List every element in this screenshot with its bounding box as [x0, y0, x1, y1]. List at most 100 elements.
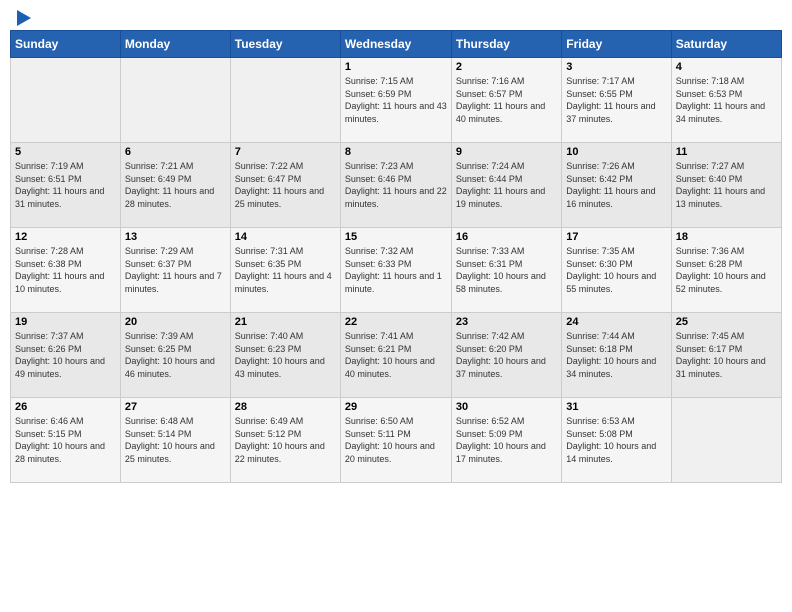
day-number: 3 — [566, 61, 666, 73]
calendar-week-row: 26Sunrise: 6:46 AMSunset: 5:15 PMDayligh… — [11, 398, 782, 483]
day-info: Sunrise: 7:40 AMSunset: 6:23 PMDaylight:… — [235, 330, 336, 380]
calendar-cell: 4 Sunrise: 7:18 AMSunset: 6:53 PMDaylight… — [671, 58, 781, 143]
weekday-header: Monday — [120, 31, 230, 58]
day-number: 23 — [456, 316, 557, 328]
day-info: Sunrise: 7:42 AMSunset: 6:20 PMDaylight:… — [456, 330, 557, 380]
day-info: Sunrise: 7:31 AMSunset: 6:35 PMDaylight:… — [235, 245, 336, 295]
day-info: Sunrise: 6:52 AMSunset: 5:09 PMDaylight:… — [456, 415, 557, 465]
day-info: Sunrise: 7:39 AMSunset: 6:25 PMDaylight:… — [125, 330, 226, 380]
day-info: Sunrise: 7:37 AMSunset: 6:26 PMDaylight:… — [15, 330, 116, 380]
day-number: 21 — [235, 316, 336, 328]
day-number: 19 — [15, 316, 116, 328]
day-info: Sunrise: 7:24 AMSunset: 6:44 PMDaylight:… — [456, 160, 557, 210]
calendar-week-row: 1 Sunrise: 7:15 AMSunset: 6:59 PMDaylight… — [11, 58, 782, 143]
calendar-cell: 20 Sunrise: 7:39 AMSunset: 6:25 PMDayligh… — [120, 313, 230, 398]
calendar-cell: 27 Sunrise: 6:48 AMSunset: 5:14 PMDayligh… — [120, 398, 230, 483]
day-number: 30 — [456, 401, 557, 413]
calendar-cell: 12 Sunrise: 7:28 AMSunset: 6:38 PMDayligh… — [11, 228, 121, 313]
calendar-cell: 23 Sunrise: 7:42 AMSunset: 6:20 PMDayligh… — [451, 313, 561, 398]
calendar-cell: 29 Sunrise: 6:50 AMSunset: 5:11 PMDayligh… — [340, 398, 451, 483]
day-number: 8 — [345, 146, 447, 158]
day-info: Sunrise: 7:33 AMSunset: 6:31 PMDaylight:… — [456, 245, 557, 295]
day-number: 5 — [15, 146, 116, 158]
day-info: Sunrise: 7:44 AMSunset: 6:18 PMDaylight:… — [566, 330, 666, 380]
calendar-cell: 1 Sunrise: 7:15 AMSunset: 6:59 PMDaylight… — [340, 58, 451, 143]
day-info: Sunrise: 7:29 AMSunset: 6:37 PMDaylight:… — [125, 245, 226, 295]
day-number: 14 — [235, 231, 336, 243]
day-info: Sunrise: 7:16 AMSunset: 6:57 PMDaylight:… — [456, 75, 557, 125]
calendar-cell: 25 Sunrise: 7:45 AMSunset: 6:17 PMDayligh… — [671, 313, 781, 398]
day-info: Sunrise: 7:36 AMSunset: 6:28 PMDaylight:… — [676, 245, 777, 295]
calendar-cell — [11, 58, 121, 143]
weekday-header: Saturday — [671, 31, 781, 58]
calendar-cell — [671, 398, 781, 483]
calendar-cell: 18 Sunrise: 7:36 AMSunset: 6:28 PMDayligh… — [671, 228, 781, 313]
day-info: Sunrise: 7:15 AMSunset: 6:59 PMDaylight:… — [345, 75, 447, 125]
calendar-week-row: 12 Sunrise: 7:28 AMSunset: 6:38 PMDayligh… — [11, 228, 782, 313]
day-info: Sunrise: 7:23 AMSunset: 6:46 PMDaylight:… — [345, 160, 447, 210]
calendar-cell: 30 Sunrise: 6:52 AMSunset: 5:09 PMDayligh… — [451, 398, 561, 483]
day-number: 9 — [456, 146, 557, 158]
weekday-header: Sunday — [11, 31, 121, 58]
calendar-cell: 2Sunrise: 7:16 AMSunset: 6:57 PMDaylight… — [451, 58, 561, 143]
day-info: Sunrise: 7:18 AMSunset: 6:53 PMDaylight:… — [676, 75, 777, 125]
day-info: Sunrise: 7:17 AMSunset: 6:55 PMDaylight:… — [566, 75, 666, 125]
logo-triangle-icon — [17, 10, 31, 26]
day-number: 13 — [125, 231, 226, 243]
day-number: 6 — [125, 146, 226, 158]
day-number: 1 — [345, 61, 447, 73]
calendar-week-row: 19 Sunrise: 7:37 AMSunset: 6:26 PMDayligh… — [11, 313, 782, 398]
day-info: Sunrise: 7:26 AMSunset: 6:42 PMDaylight:… — [566, 160, 666, 210]
calendar-cell: 13 Sunrise: 7:29 AMSunset: 6:37 PMDayligh… — [120, 228, 230, 313]
weekday-header: Tuesday — [230, 31, 340, 58]
calendar-table: SundayMondayTuesdayWednesdayThursdayFrid… — [10, 30, 782, 483]
day-number: 27 — [125, 401, 226, 413]
day-info: Sunrise: 6:53 AMSunset: 5:08 PMDaylight:… — [566, 415, 666, 465]
calendar-cell: 9 Sunrise: 7:24 AMSunset: 6:44 PMDaylight… — [451, 143, 561, 228]
calendar-cell: 11 Sunrise: 7:27 AMSunset: 6:40 PMDayligh… — [671, 143, 781, 228]
day-info: Sunrise: 6:49 AMSunset: 5:12 PMDaylight:… — [235, 415, 336, 465]
day-number: 25 — [676, 316, 777, 328]
day-info: Sunrise: 6:50 AMSunset: 5:11 PMDaylight:… — [345, 415, 447, 465]
calendar-week-row: 5 Sunrise: 7:19 AMSunset: 6:51 PMDaylight… — [11, 143, 782, 228]
day-info: Sunrise: 7:19 AMSunset: 6:51 PMDaylight:… — [15, 160, 116, 210]
day-number: 7 — [235, 146, 336, 158]
calendar-cell: 6 Sunrise: 7:21 AMSunset: 6:49 PMDaylight… — [120, 143, 230, 228]
day-number: 29 — [345, 401, 447, 413]
day-number: 20 — [125, 316, 226, 328]
day-info: Sunrise: 7:22 AMSunset: 6:47 PMDaylight:… — [235, 160, 336, 210]
day-number: 22 — [345, 316, 447, 328]
logo — [14, 10, 31, 22]
day-info: Sunrise: 7:45 AMSunset: 6:17 PMDaylight:… — [676, 330, 777, 380]
day-number: 24 — [566, 316, 666, 328]
calendar-cell: 3 Sunrise: 7:17 AMSunset: 6:55 PMDaylight… — [562, 58, 671, 143]
day-info: Sunrise: 7:41 AMSunset: 6:21 PMDaylight:… — [345, 330, 447, 380]
day-number: 31 — [566, 401, 666, 413]
day-number: 18 — [676, 231, 777, 243]
calendar-cell: 17Sunrise: 7:35 AMSunset: 6:30 PMDayligh… — [562, 228, 671, 313]
day-info: Sunrise: 7:32 AMSunset: 6:33 PMDaylight:… — [345, 245, 447, 295]
day-number: 12 — [15, 231, 116, 243]
calendar-cell: 15 Sunrise: 7:32 AMSunset: 6:33 PMDayligh… — [340, 228, 451, 313]
calendar-cell: 22 Sunrise: 7:41 AMSunset: 6:21 PMDayligh… — [340, 313, 451, 398]
calendar-cell: 19 Sunrise: 7:37 AMSunset: 6:26 PMDayligh… — [11, 313, 121, 398]
calendar-cell: 26Sunrise: 6:46 AMSunset: 5:15 PMDayligh… — [11, 398, 121, 483]
weekday-header: Friday — [562, 31, 671, 58]
day-info: Sunrise: 7:27 AMSunset: 6:40 PMDaylight:… — [676, 160, 777, 210]
calendar-cell: 7 Sunrise: 7:22 AMSunset: 6:47 PMDaylight… — [230, 143, 340, 228]
calendar-cell — [230, 58, 340, 143]
calendar-cell: 16Sunrise: 7:33 AMSunset: 6:31 PMDayligh… — [451, 228, 561, 313]
calendar-cell: 8 Sunrise: 7:23 AMSunset: 6:46 PMDaylight… — [340, 143, 451, 228]
calendar-cell: 14 Sunrise: 7:31 AMSunset: 6:35 PMDayligh… — [230, 228, 340, 313]
day-number: 11 — [676, 146, 777, 158]
calendar-cell — [120, 58, 230, 143]
day-number: 4 — [676, 61, 777, 73]
day-info: Sunrise: 6:46 AMSunset: 5:15 PMDaylight:… — [15, 415, 116, 465]
page-header — [10, 10, 782, 22]
weekday-header: Wednesday — [340, 31, 451, 58]
day-info: Sunrise: 6:48 AMSunset: 5:14 PMDaylight:… — [125, 415, 226, 465]
day-number: 15 — [345, 231, 447, 243]
day-info: Sunrise: 7:28 AMSunset: 6:38 PMDaylight:… — [15, 245, 116, 295]
day-info: Sunrise: 7:21 AMSunset: 6:49 PMDaylight:… — [125, 160, 226, 210]
day-info: Sunrise: 7:35 AMSunset: 6:30 PMDaylight:… — [566, 245, 666, 295]
